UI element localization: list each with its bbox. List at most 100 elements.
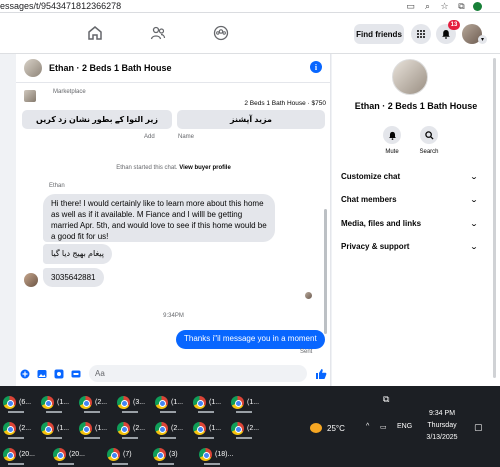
taskbar-chrome-window[interactable]: (2...: [152, 417, 190, 440]
window-label: (2...: [19, 425, 32, 432]
zoom-icon[interactable]: ⌕: [422, 1, 433, 12]
menu-grid-icon: [417, 30, 425, 38]
window-label: (1...: [247, 399, 260, 406]
photo-icon[interactable]: [37, 369, 47, 379]
extensions-icon[interactable]: ⧉: [456, 1, 467, 12]
message-bubble[interactable]: پیغام بھیج دیا گیا: [43, 244, 112, 264]
window-label: (2...: [247, 425, 260, 432]
message-bubble[interactable]: Hi there! I would certainly like to lear…: [43, 194, 275, 242]
my-message-bubble[interactable]: Thanks i"il message you in a moment: [176, 330, 325, 349]
browser-address-bar[interactable]: essages/t/9543471812366278 ▭ ⌕ ☆ ⧉: [0, 0, 500, 13]
temperature: 25°C: [327, 423, 345, 433]
taskbar-chrome-window[interactable]: (2...: [228, 417, 266, 440]
gif-icon[interactable]: [71, 369, 81, 379]
taskbar-chrome-window[interactable]: (7): [104, 443, 150, 466]
listing-image[interactable]: [24, 90, 36, 102]
chevron-down-icon: ⌄: [469, 243, 479, 251]
search-button[interactable]: [420, 126, 438, 144]
taskbar-chrome-window[interactable]: (2...: [76, 391, 114, 414]
view-buyer-profile-link[interactable]: View buyer profile: [179, 165, 231, 171]
windows-taskbar: (6... (1... (2... (3... (1... (1... (1..…: [0, 386, 500, 467]
profile-icon[interactable]: [473, 2, 482, 11]
network-icon[interactable]: ▭: [380, 423, 387, 431]
window-label: (3): [169, 451, 178, 458]
chevron-down-icon[interactable]: ▾: [478, 35, 487, 44]
weather-icon: [310, 423, 322, 433]
info-icon[interactable]: i: [310, 61, 322, 73]
listing-avatar[interactable]: [392, 59, 428, 95]
taskbar-row: (2... (1... (1... (2... (2... (1... (2..…: [0, 417, 266, 440]
meet-now-icon[interactable]: ⧉: [383, 394, 389, 405]
mute-button[interactable]: [383, 126, 401, 144]
chat-scrollbar[interactable]: [324, 209, 327, 334]
chat-members-row[interactable]: Chat members ⌄: [341, 195, 478, 204]
notifications-center-icon[interactable]: ▢: [474, 422, 483, 433]
window-label: (2...: [133, 425, 146, 432]
chat-title[interactable]: Ethan · 2 Beds 1 Bath House: [49, 63, 172, 73]
taskbar-row: (20... (20... (7) (3) (18)...: [0, 443, 256, 466]
taskbar-chrome-window[interactable]: (18)...: [196, 443, 256, 466]
window-label: (20...: [19, 451, 35, 458]
home-icon[interactable]: [87, 25, 103, 41]
taskbar-chrome-window[interactable]: (6...: [0, 391, 38, 414]
window-label: (1...: [57, 399, 70, 406]
taskbar-chrome-window[interactable]: (20...: [0, 443, 50, 466]
chrome-icon: [199, 448, 212, 461]
weather-widget[interactable]: 25°C: [310, 423, 345, 433]
details-scrollbar[interactable]: [493, 58, 496, 378]
url-text[interactable]: essages/t/9543471812366278: [0, 1, 121, 11]
menu-button[interactable]: [411, 24, 431, 44]
taskbar-chrome-window[interactable]: (3...: [114, 391, 152, 414]
customize-chat-row[interactable]: Customize chat ⌄: [341, 172, 479, 181]
notification-badge: 13: [448, 20, 460, 30]
message-bubble[interactable]: 3035642881: [43, 268, 104, 287]
sent-status: Sent: [300, 349, 313, 355]
conversation-name: Ethan · 2 Beds 1 Bath House: [354, 101, 478, 111]
mark-pending-button[interactable]: زیر التوا کے بطور نشان زد کریں: [22, 110, 172, 129]
media-files-links-row[interactable]: Media, files and links ⌄: [341, 219, 478, 228]
groups-icon[interactable]: [213, 25, 229, 41]
message-input[interactable]: Aa: [89, 365, 376, 382]
find-friends-button[interactable]: Find friends: [354, 24, 404, 44]
more-options-button[interactable]: مزید آپشنز: [177, 110, 325, 129]
section-label: Media, files and links: [341, 219, 422, 228]
listing-thumbnail[interactable]: [24, 59, 42, 77]
sticker-icon[interactable]: [54, 369, 64, 379]
taskbar-chrome-window[interactable]: (3): [150, 443, 196, 466]
taskbar-chrome-window[interactable]: (2...: [114, 417, 152, 440]
taskbar-chrome-window[interactable]: (1...: [152, 391, 190, 414]
like-thumbs-up-icon[interactable]: [315, 368, 327, 380]
chrome-icon: [53, 448, 66, 461]
system-clock[interactable]: 9:34 PM Thursday 3/13/2025: [417, 408, 467, 444]
taskbar-chrome-window[interactable]: (1...: [38, 391, 76, 414]
taskbar-chrome-window[interactable]: (2...: [0, 417, 38, 440]
window-label: (3...: [133, 399, 146, 406]
bookmark-star-icon[interactable]: ☆: [439, 1, 450, 12]
privacy-support-row[interactable]: Privacy & support ⌄: [341, 242, 479, 251]
taskbar-chrome-window[interactable]: (1...: [76, 417, 114, 440]
listing-price: 2 Beds 1 Bath House · $750: [244, 100, 326, 107]
taskbar-chrome-window[interactable]: (1...: [190, 417, 228, 440]
chrome-icon: [79, 396, 92, 409]
taskbar-chrome-window[interactable]: (1...: [228, 391, 266, 414]
chrome-icon: [193, 422, 206, 435]
window-label: (1...: [171, 399, 184, 406]
chevron-up-icon[interactable]: ^: [366, 423, 369, 430]
section-label: Customize chat: [341, 172, 401, 181]
chat-header: Ethan · 2 Beds 1 Bath House i: [16, 54, 331, 83]
friends-icon[interactable]: [150, 25, 166, 41]
taskbar-chrome-window[interactable]: (1...: [190, 391, 228, 414]
taskbar-chrome-window[interactable]: (1...: [38, 417, 76, 440]
clock-time: 9:34 PM: [428, 410, 456, 417]
install-app-icon[interactable]: ▭: [405, 1, 416, 12]
taskbar-chrome-window[interactable]: (20...: [50, 443, 104, 466]
language-indicator[interactable]: ENG: [397, 423, 412, 430]
chat-panel: Ethan · 2 Beds 1 Bath House i Marketplac…: [16, 54, 376, 386]
window-label: (1...: [57, 425, 70, 432]
plus-circle-icon[interactable]: [20, 369, 30, 379]
chat-started-notice: Ethan started this chat. View buyer prof…: [16, 165, 331, 171]
add-label: Add: [144, 134, 155, 140]
sender-avatar[interactable]: [24, 273, 38, 287]
chevron-down-icon: ⌄: [469, 173, 479, 181]
chrome-icon: [155, 396, 168, 409]
